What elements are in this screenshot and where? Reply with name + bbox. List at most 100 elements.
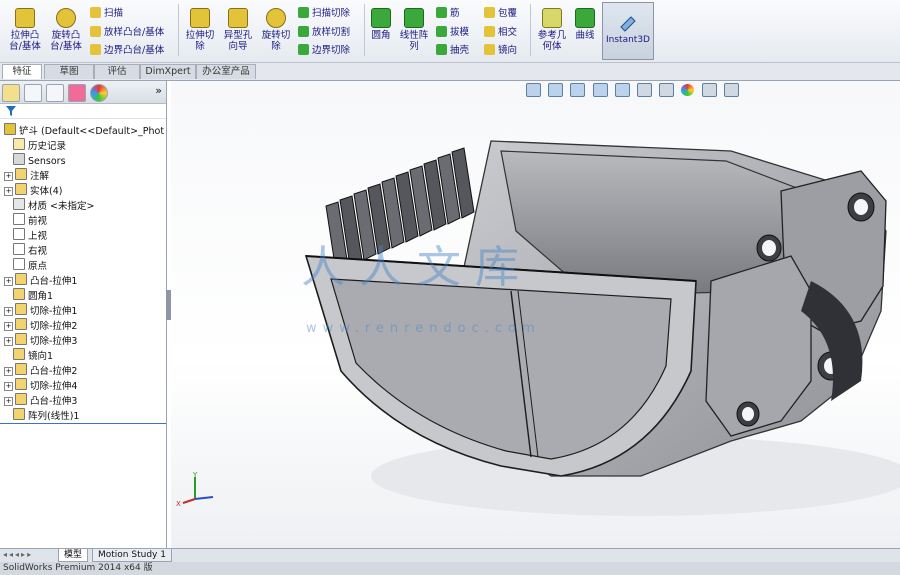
feature-icon bbox=[15, 318, 27, 330]
tree-item[interactable]: 右视 bbox=[4, 243, 47, 257]
mirror-button[interactable]: 镜向 bbox=[484, 42, 517, 56]
ribbon-separator bbox=[178, 4, 179, 56]
revolved-boss-icon bbox=[56, 8, 76, 28]
instant3d-button[interactable]: Instant3D bbox=[602, 2, 654, 60]
tree-item[interactable]: 阵列(线性)1 bbox=[4, 408, 79, 422]
boundary-cut-button[interactable]: 边界切除 bbox=[298, 42, 350, 56]
tree-item[interactable]: + 注解 bbox=[4, 168, 49, 182]
dimxpert-manager-tab-icon[interactable] bbox=[68, 84, 86, 102]
rib-button[interactable]: 筋 bbox=[436, 5, 460, 19]
tree-item-label: 原点 bbox=[28, 261, 48, 272]
graphics-area[interactable]: 人人文库 www.renrendoc.com Y X bbox=[171, 81, 900, 548]
coordinate-triad-icon: Y X bbox=[176, 471, 214, 508]
expand-plus-icon[interactable]: + bbox=[4, 397, 13, 406]
tree-item[interactable]: + 凸台-拉伸3 bbox=[4, 393, 77, 407]
tree-item[interactable]: 镜向1 bbox=[4, 348, 53, 362]
tree-item-label: 切除-拉伸2 bbox=[30, 321, 78, 332]
tab-sketch[interactable]: 草图 bbox=[44, 64, 94, 79]
wrap-button[interactable]: 包覆 bbox=[484, 5, 517, 19]
expand-plus-icon[interactable]: + bbox=[4, 367, 13, 376]
revolved-cut-button[interactable]: 旋转切 除 bbox=[258, 8, 294, 52]
filter-row bbox=[0, 104, 166, 119]
tree-item[interactable]: 前视 bbox=[4, 213, 47, 227]
tab-dimxpert[interactable]: DimXpert bbox=[140, 64, 196, 79]
fillet-button[interactable]: 圆角 bbox=[367, 8, 395, 41]
tree-item[interactable]: + 凸台-拉伸2 bbox=[4, 363, 77, 377]
expand-chevron-icon[interactable]: » bbox=[155, 84, 162, 97]
hole-wizard-button[interactable]: 异型孔 向导 bbox=[220, 8, 256, 52]
bucket-model[interactable] bbox=[171, 81, 900, 548]
extruded-boss-button[interactable]: 拉伸凸 台/基体 bbox=[6, 8, 44, 52]
expand-plus-icon[interactable]: + bbox=[4, 322, 13, 331]
configuration-manager-tab-icon[interactable] bbox=[46, 84, 64, 102]
loft-button[interactable]: 放样凸台/基体 bbox=[90, 24, 164, 38]
watermark-url: www.renrendoc.com bbox=[306, 321, 541, 336]
loft-icon bbox=[90, 26, 101, 37]
expand-plus-icon[interactable]: + bbox=[4, 172, 13, 181]
revolved-boss-button[interactable]: 旋转凸 台/基体 bbox=[47, 8, 85, 52]
property-manager-tab-icon[interactable] bbox=[24, 84, 42, 102]
tab-model[interactable]: 模型 bbox=[58, 549, 89, 562]
sweep-button[interactable]: 扫描 bbox=[90, 5, 123, 19]
tree-item[interactable]: + 实体(4) bbox=[4, 183, 62, 197]
tree-item[interactable]: + 切除-拉伸1 bbox=[4, 303, 77, 317]
feature-icon bbox=[13, 228, 25, 240]
expand-plus-icon[interactable]: + bbox=[4, 187, 13, 196]
tab-features[interactable]: 特征 bbox=[2, 64, 42, 79]
tree-branch-icon bbox=[4, 216, 11, 223]
expand-plus-icon[interactable]: + bbox=[4, 277, 13, 286]
feature-icon bbox=[15, 303, 27, 315]
tree-item[interactable]: 材质 <未指定> bbox=[4, 198, 94, 212]
tab-evaluate[interactable]: 评估 bbox=[94, 64, 140, 79]
tree-branch-icon bbox=[4, 201, 11, 208]
expand-plus-icon[interactable]: + bbox=[4, 382, 13, 391]
feature-icon bbox=[13, 348, 25, 360]
hole-wizard-icon bbox=[228, 8, 248, 28]
boundary-boss-button[interactable]: 边界凸台/基体 bbox=[90, 42, 164, 56]
feature-icon bbox=[13, 213, 25, 225]
linear-pattern-button[interactable]: 线性阵 列 bbox=[396, 8, 432, 52]
tree-item[interactable]: Sensors bbox=[4, 153, 66, 167]
reference-geometry-button[interactable]: 参考几 何体 bbox=[535, 8, 569, 52]
tree-item-label: 材质 <未指定> bbox=[28, 201, 95, 212]
feature-icon bbox=[15, 378, 27, 390]
tab-motion-study[interactable]: Motion Study 1 bbox=[92, 549, 172, 562]
display-manager-tab-icon[interactable] bbox=[90, 84, 108, 102]
tree-item[interactable]: + 切除-拉伸2 bbox=[4, 318, 77, 332]
expand-plus-icon[interactable]: + bbox=[4, 307, 13, 316]
tree-item-label: 切除-拉伸3 bbox=[30, 336, 78, 347]
feature-icon bbox=[13, 288, 25, 300]
tree-item-label: 历史记录 bbox=[28, 141, 67, 152]
swept-cut-button[interactable]: 扫描切除 bbox=[298, 5, 350, 19]
tree-item[interactable]: + 切除-拉伸3 bbox=[4, 333, 77, 347]
tree-item[interactable]: 原点 bbox=[4, 258, 47, 272]
tree-item[interactable]: 上视 bbox=[4, 228, 47, 242]
tab-scroll-arrows-icon[interactable]: ◂◂◂▸▸ bbox=[3, 550, 33, 559]
tree-branch-icon bbox=[4, 231, 11, 238]
feature-icon bbox=[15, 363, 27, 375]
mirror-icon bbox=[484, 44, 495, 55]
tree-item[interactable]: 圆角1 bbox=[4, 288, 53, 302]
draft-button[interactable]: 拔模 bbox=[436, 24, 469, 38]
shell-button[interactable]: 抽壳 bbox=[436, 42, 469, 56]
feature-icon bbox=[15, 168, 27, 180]
intersect-button[interactable]: 相交 bbox=[484, 24, 517, 38]
tree-item[interactable]: + 凸台-拉伸1 bbox=[4, 273, 77, 287]
tree-root[interactable]: 铲斗 (Default<<Default>_Phot bbox=[2, 123, 164, 137]
curves-button[interactable]: 曲线 bbox=[571, 8, 599, 41]
boundary-cut-icon bbox=[298, 44, 309, 55]
feature-manager-tab-icon[interactable] bbox=[2, 84, 20, 102]
tree-item[interactable]: 历史记录 bbox=[4, 138, 66, 152]
extruded-cut-button[interactable]: 拉伸切 除 bbox=[182, 8, 218, 52]
rollback-bar[interactable] bbox=[0, 423, 166, 424]
tree-item-label: 凸台-拉伸3 bbox=[30, 396, 78, 407]
tree-branch-icon bbox=[4, 291, 11, 298]
filter-icon[interactable] bbox=[6, 106, 16, 116]
sweep-icon bbox=[90, 7, 101, 18]
reference-geometry-icon bbox=[542, 8, 562, 28]
tab-office-products[interactable]: 办公室产品 bbox=[196, 64, 256, 79]
tree-item[interactable]: + 切除-拉伸4 bbox=[4, 378, 77, 392]
expand-plus-icon[interactable]: + bbox=[4, 337, 13, 346]
extruded-boss-icon bbox=[15, 8, 35, 28]
lofted-cut-button[interactable]: 放样切割 bbox=[298, 24, 350, 38]
